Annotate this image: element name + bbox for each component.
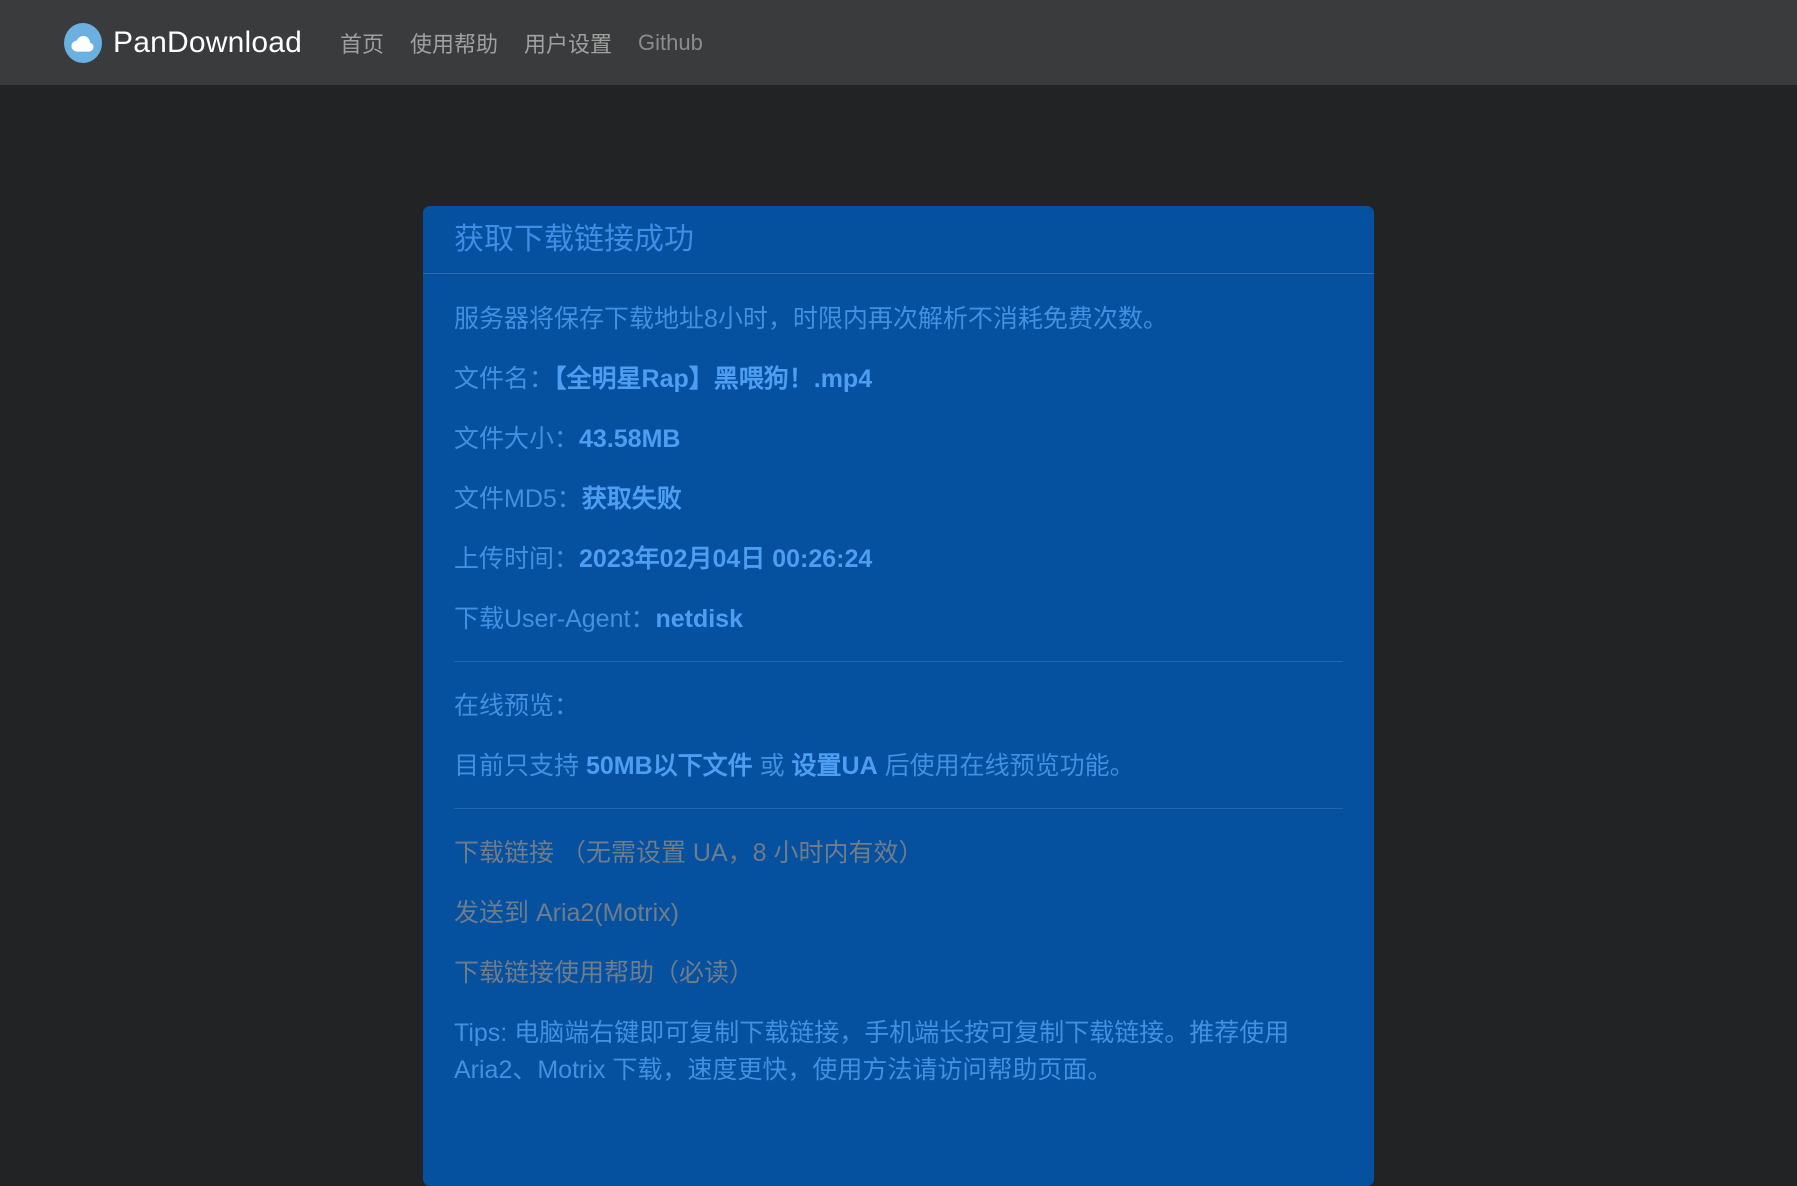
result-card-body: 服务器将保存下载地址8小时，时限内再次解析不消耗免费次数。 文件名：【全明星Ra…	[423, 274, 1374, 1129]
download-help-link[interactable]: 下载链接使用帮助（必读）	[454, 955, 1343, 992]
expiry-notice: 服务器将保存下载地址8小时，时限内再次解析不消耗免费次数。	[454, 301, 1343, 338]
preview-note-text: 后使用在线预览功能。	[878, 752, 1135, 780]
md5-label: 文件MD5：	[454, 485, 582, 513]
field-row-filename: 文件名：【全明星Rap】黑喂狗！.mp4	[454, 361, 1343, 398]
card-title: 获取下载链接成功	[454, 221, 1343, 258]
filename-value: 【全明星Rap】黑喂狗！.mp4	[554, 365, 872, 393]
nav-item-home[interactable]: 首页	[327, 19, 397, 67]
result-card-header: 获取下载链接成功	[423, 206, 1374, 274]
field-row-md5: 文件MD5：获取失败	[454, 481, 1343, 518]
preview-note-size-limit: 50MB以下文件	[586, 752, 753, 780]
cloud-logo-icon	[64, 23, 102, 63]
brand-title: PanDownload	[113, 26, 302, 60]
send-to-aria2-link[interactable]: 发送到 Aria2(Motrix)	[454, 895, 1343, 932]
md5-value: 获取失败	[582, 485, 682, 513]
filesize-value: 43.58MB	[579, 425, 680, 453]
nav-item-help[interactable]: 使用帮助	[397, 19, 511, 67]
download-link[interactable]: 下载链接 （无需设置 UA，8 小时内有效）	[454, 835, 1343, 872]
nav-item-github[interactable]: Github	[625, 22, 716, 64]
filename-label: 文件名：	[454, 365, 554, 393]
field-row-upload-time: 上传时间：2023年02月04日 00:26:24	[454, 541, 1343, 578]
tips-text: Tips: 电脑端右键即可复制下载链接，手机端长按可复制下载链接。推荐使用 Ar…	[454, 1015, 1343, 1089]
user-agent-value: netdisk	[655, 605, 743, 633]
preview-label: 在线预览：	[454, 688, 1343, 725]
user-agent-label: 下载User-Agent：	[454, 605, 655, 633]
result-card: 获取下载链接成功 服务器将保存下载地址8小时，时限内再次解析不消耗免费次数。 文…	[423, 206, 1374, 1186]
nav-menu: 首页 使用帮助 用户设置 Github	[327, 19, 716, 67]
field-row-user-agent: 下载User-Agent：netdisk	[454, 601, 1343, 638]
field-row-filesize: 文件大小：43.58MB	[454, 421, 1343, 458]
upload-time-value: 2023年02月04日 00:26:24	[579, 545, 872, 573]
divider	[454, 661, 1343, 662]
brand-link[interactable]: PanDownload	[64, 23, 302, 63]
preview-note-text: 目前只支持	[454, 752, 586, 780]
preview-note: 目前只支持 50MB以下文件 或 设置UA 后使用在线预览功能。	[454, 748, 1343, 785]
filesize-label: 文件大小：	[454, 425, 579, 453]
nav-item-user-settings[interactable]: 用户设置	[511, 19, 625, 67]
navbar: PanDownload 首页 使用帮助 用户设置 Github	[0, 0, 1797, 85]
divider	[454, 808, 1343, 809]
upload-time-label: 上传时间：	[454, 545, 579, 573]
preview-note-set-ua: 设置UA	[792, 752, 878, 780]
preview-note-text: 或	[753, 752, 792, 780]
